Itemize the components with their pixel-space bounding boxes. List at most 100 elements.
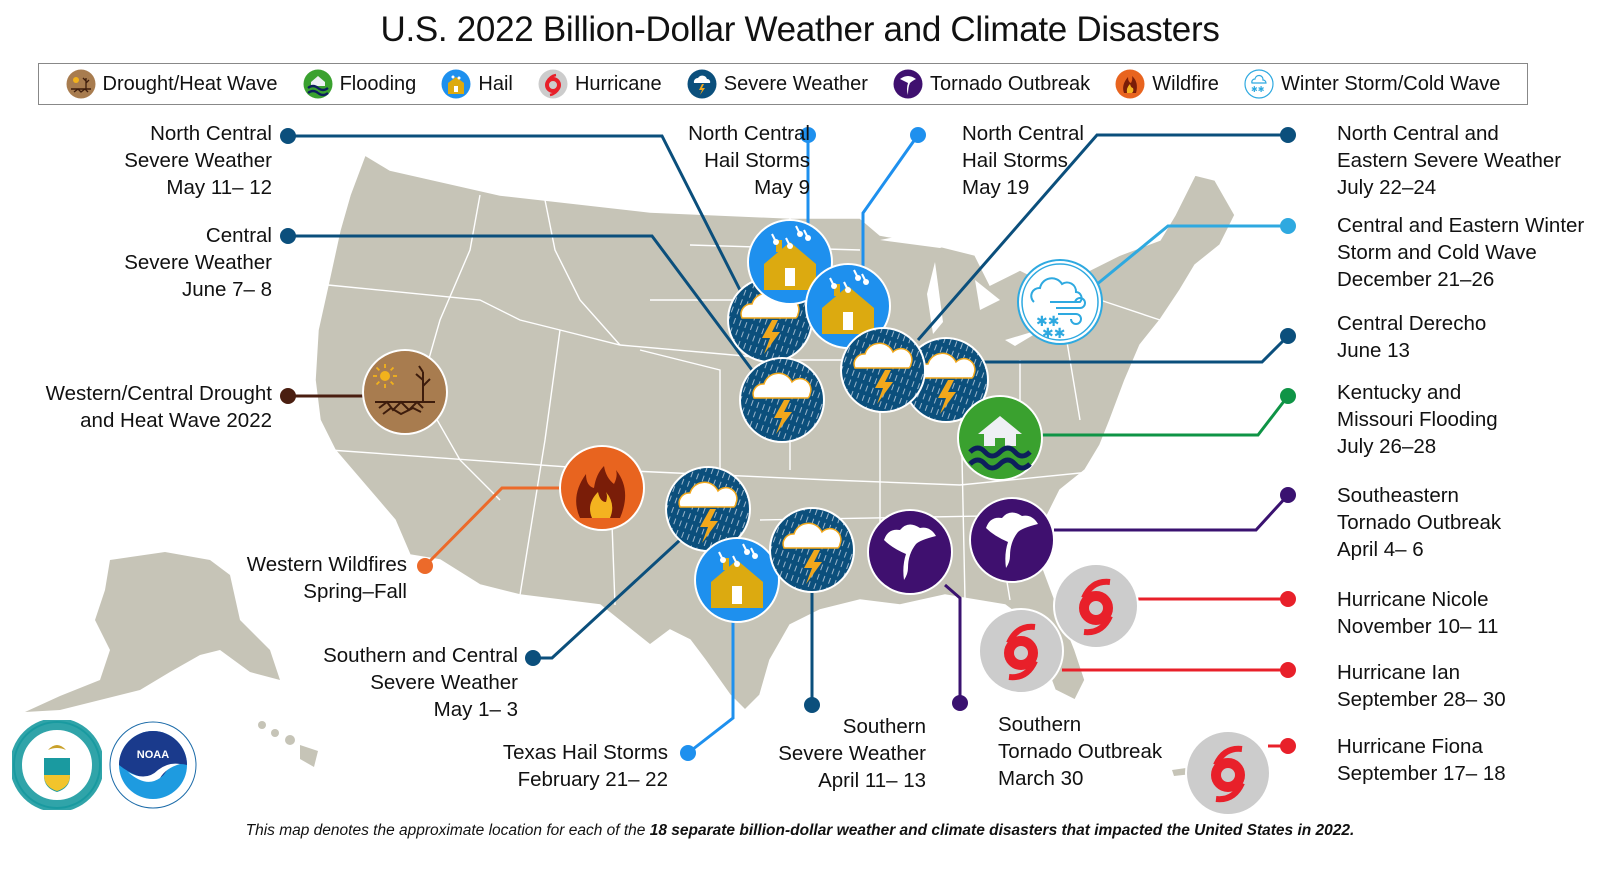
tornado-icon xyxy=(969,497,1055,583)
label-line: February 21– 22 xyxy=(517,768,668,791)
event-label-fiona: Hurricane Fiona September 17– 18 xyxy=(1337,733,1506,787)
leader-dot-nicole xyxy=(1280,591,1296,607)
label-line: Central and Eastern Winter xyxy=(1337,214,1585,237)
label-line: Hurricane Ian xyxy=(1337,661,1461,684)
footer-note: This map denotes the approximate locatio… xyxy=(0,822,1600,840)
hawaii xyxy=(258,721,318,767)
label-line: May 11– 12 xyxy=(166,176,272,199)
label-line: September 17– 18 xyxy=(1337,762,1506,785)
label-line: December 21–26 xyxy=(1337,268,1495,291)
event-label-ian: Hurricane Ian September 28– 30 xyxy=(1337,659,1506,713)
leader-dot-south-severe-april xyxy=(804,697,820,713)
event-label-derecho: Central Derecho June 13 xyxy=(1337,310,1486,364)
leader-dot-ian xyxy=(1280,662,1296,678)
event-label-winter-dec: Central and Eastern Winter Storm and Col… xyxy=(1337,212,1584,293)
label-line: Severe Weather xyxy=(778,742,926,765)
label-line: Severe Weather xyxy=(370,671,518,694)
leader-dot-sc-severe-may xyxy=(525,650,541,666)
department-of-commerce-seal xyxy=(12,720,102,810)
label-line: July 26–28 xyxy=(1337,435,1437,458)
label-line: Southern and Central xyxy=(323,644,518,667)
leader-dot-drought xyxy=(280,388,296,404)
label-line: June 13 xyxy=(1337,339,1410,362)
label-line: May 9 xyxy=(754,176,810,199)
leader-dot-se-tornado xyxy=(1280,487,1296,503)
event-label-nicole: Hurricane Nicole November 10– 11 xyxy=(1337,586,1498,640)
event-label-drought: Western/Central Drought and Heat Wave 20… xyxy=(46,380,272,434)
label-line: Kentucky and xyxy=(1337,381,1462,404)
hurricane-icon xyxy=(1185,730,1271,816)
drought-icon xyxy=(362,349,448,435)
event-label-ky-mo-flood: Kentucky and Missouri Flooding July 26–2… xyxy=(1337,379,1498,460)
label-line: Tornado Outbreak xyxy=(998,740,1163,763)
label-line: Western Wildfires xyxy=(246,553,407,576)
hurricane-icon xyxy=(1053,563,1139,649)
leader-dot-derecho xyxy=(1280,328,1296,344)
label-line: North Central xyxy=(688,122,810,145)
flooding-icon xyxy=(957,395,1043,481)
label-line: Central Derecho xyxy=(1337,312,1487,335)
leader-dot-south-tornado xyxy=(952,695,968,711)
leader-dot-nc-hail-may19 xyxy=(910,127,926,143)
event-label-wildfires: Western Wildfires Spring–Fall xyxy=(247,551,407,605)
label-line: April 11– 13 xyxy=(818,769,926,792)
event-label-nce-severe-july: North Central and Eastern Severe Weather… xyxy=(1337,120,1561,201)
leader-line-se-tornado xyxy=(1054,493,1290,532)
leader-dot-nce-severe-july xyxy=(1280,127,1296,143)
leader-dot-central-severe-june xyxy=(280,228,296,244)
leader-dot-ky-mo-flood xyxy=(1280,388,1296,404)
label-line: May 19 xyxy=(962,176,1030,199)
leader-dot-fiona xyxy=(1280,738,1296,754)
label-line: North Central xyxy=(962,122,1084,145)
event-label-nc-severe-may: North Central Severe Weather May 11– 12 xyxy=(124,120,272,201)
svg-text:✱✱: ✱✱ xyxy=(1042,326,1065,342)
label-line: Hurricane Nicole xyxy=(1337,588,1489,611)
wildfire-icon xyxy=(559,445,645,531)
event-label-nc-hail-may19: North Central Hail Storms May 19 xyxy=(962,120,1084,201)
winter-icon: ✱✱✱✱ xyxy=(1017,259,1103,345)
label-line: Central xyxy=(205,224,272,247)
label-line: and Heat Wave 2022 xyxy=(80,409,272,432)
label-line: Southern xyxy=(842,715,926,738)
label-line: Texas Hail Storms xyxy=(502,741,668,764)
label-line: Hail Storms xyxy=(962,149,1068,172)
event-label-nc-hail-may9: North Central Hail Storms May 9 xyxy=(688,120,810,201)
hail-icon xyxy=(694,537,780,623)
label-line: North Central xyxy=(150,122,272,145)
event-label-tx-hail: Texas Hail Storms February 21– 22 xyxy=(503,739,668,793)
label-line: Hail Storms xyxy=(704,149,810,172)
alaska xyxy=(25,552,280,712)
tornado-icon xyxy=(867,509,953,595)
label-line: November 10– 11 xyxy=(1337,615,1499,638)
label-line: Eastern Severe Weather xyxy=(1337,149,1562,172)
severe-icon xyxy=(840,327,926,413)
label-line: North Central and xyxy=(1337,122,1499,145)
label-line: May 1– 3 xyxy=(433,698,518,721)
severe-icon xyxy=(769,507,855,593)
label-line: Western/Central Drought xyxy=(45,382,272,405)
label-line: June 7– 8 xyxy=(181,278,272,301)
label-line: April 4– 6 xyxy=(1337,538,1424,561)
noaa-logo: NOAA xyxy=(109,721,197,809)
footer-text: This map denotes the approximate locatio… xyxy=(245,822,650,839)
leader-dot-winter-dec xyxy=(1280,218,1296,234)
label-line: Tornado Outbreak xyxy=(1337,511,1502,534)
label-line: September 28– 30 xyxy=(1337,688,1506,711)
event-label-south-severe-april: Southern Severe Weather April 11– 13 xyxy=(778,713,926,794)
label-line: Storm and Cold Wave xyxy=(1337,241,1537,264)
label-line: July 22–24 xyxy=(1337,176,1437,199)
event-label-se-tornado: Southeastern Tornado Outbreak April 4– 6 xyxy=(1337,482,1501,563)
label-line: Southern xyxy=(998,713,1082,736)
event-label-south-tornado: Southern Tornado Outbreak March 30 xyxy=(998,711,1162,792)
label-line: Spring–Fall xyxy=(303,580,407,603)
leader-line-south-tornado xyxy=(944,583,962,703)
event-label-central-severe-june: Central Severe Weather June 7– 8 xyxy=(124,222,272,303)
label-line: March 30 xyxy=(998,767,1084,790)
footer-bold-text: 18 separate billion-dollar weather and c… xyxy=(649,822,1355,839)
label-line: Southeastern xyxy=(1337,484,1459,507)
hurricane-icon xyxy=(978,608,1064,694)
severe-icon xyxy=(739,357,825,443)
leader-dot-nc-severe-may xyxy=(280,128,296,144)
leader-dot-tx-hail xyxy=(680,745,696,761)
label-line: Missouri Flooding xyxy=(1337,408,1498,431)
